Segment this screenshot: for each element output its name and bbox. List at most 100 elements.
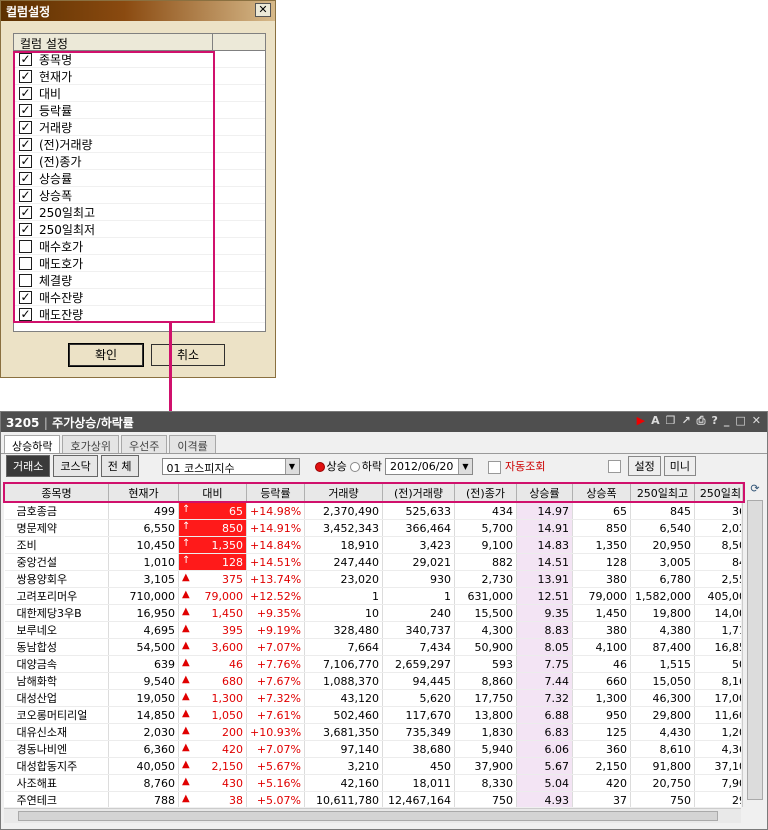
close-icon[interactable]: ✕	[255, 3, 271, 17]
table-cell: 54,500	[108, 638, 179, 656]
table-cell: 12,467,164	[382, 791, 455, 807]
index-select[interactable]: 01 코스피지수 ▼	[161, 457, 300, 475]
rise-radio[interactable]: 상승	[314, 458, 347, 474]
tab-rise-fall[interactable]: 상승하락	[4, 435, 61, 453]
tab-top-bid[interactable]: 호가상위	[62, 435, 119, 453]
table-row[interactable]: 쌍용양회우 3,105 ▲ 375 +13.74% 23,020 930 2,730 13.91…	[4, 570, 741, 588]
tab-disparity[interactable]: 이격률	[169, 435, 216, 453]
table-row[interactable]: 경동나비엔 6,360 ▲ 420 +7.07% 97,140 38,680 5,940 6.0…	[4, 740, 741, 758]
table-cell: 8,330	[454, 774, 517, 792]
table-cell: 2,030	[108, 723, 179, 741]
table-cell: 631,000	[454, 587, 517, 605]
table-row[interactable]: 대양금속 639 ▲ 46 +7.76% 7,106,770 2,659,297 593 7.7…	[4, 655, 741, 673]
table-row[interactable]: 명문제약 6,550 ↑ 850 +14.91% 3,452,343 366,464 5,70…	[4, 519, 741, 537]
rise-triangle-icon: ▲	[182, 742, 190, 753]
cancel-button[interactable]: 취소	[151, 344, 225, 366]
print-icon[interactable]: ⎙	[697, 414, 706, 428]
table-cell: 8,610	[630, 740, 695, 758]
table-cell: 8,860	[454, 672, 517, 690]
market-all-button[interactable]: 전 체	[100, 455, 139, 477]
table-cell: ▲ 46	[178, 655, 247, 673]
table-cell: 12.51	[516, 587, 573, 605]
table-cell: ▲ 680	[178, 672, 247, 690]
dialog-title: 컬럼설정	[6, 5, 51, 19]
table-row[interactable]: 코오롱머티리얼 14,850 ▲ 1,050 +7.61% 502,460 117,670 1…	[4, 706, 741, 724]
maximize-icon[interactable]: □	[735, 414, 745, 428]
table-row[interactable]: 중앙건설 1,010 ↑ 128 +14.51% 247,440 29,021 882 14.5…	[4, 553, 741, 571]
stock-grid[interactable]: 종목명 현재가 대비 등락률 거래량 (전)거래량 (전)종가 상승률 상승폭 250일최고 250…	[4, 482, 741, 807]
table-cell: 328,480	[304, 621, 383, 639]
table-cell: 46,300	[630, 689, 695, 707]
link-icon[interactable]: ↗	[681, 414, 690, 428]
table-cell: 50,900	[454, 638, 517, 656]
close-window-icon[interactable]: ✕	[752, 414, 761, 428]
table-cell: 450	[382, 757, 455, 775]
table-row[interactable]: 고려포리머우 710,000 ▲ 79,000 +12.52% 1 1 631,000 12.5…	[4, 587, 741, 605]
table-cell: 593	[454, 655, 517, 673]
table-cell: 735,349	[382, 723, 455, 741]
table-row[interactable]: 대유신소재 2,030 ▲ 200 +10.93% 3,681,350 735,349 1,8…	[4, 723, 741, 741]
rise-fall-window: 3205 | 주가상승/하락률 ▶ A ❐ ↗ ⎙ ? _ □ ✕ 상승하락 호…	[0, 411, 768, 830]
vertical-scrollbar[interactable]: ⟳	[742, 482, 767, 807]
market-kosdaq-button[interactable]: 코스닥	[53, 455, 98, 477]
table-cell: 40,050	[108, 757, 179, 775]
table-row[interactable]: 보루네오 4,695 ▲ 395 +9.19% 328,480 340,737 4,300 8.…	[4, 621, 741, 639]
mini-button[interactable]: 미니	[663, 456, 696, 476]
column-list-header: 컬럼 설정	[14, 34, 265, 51]
ok-button[interactable]: 확인	[68, 343, 144, 367]
table-cell: 2,730	[454, 570, 517, 588]
table-cell: 2,150	[572, 757, 631, 775]
tab-preferred[interactable]: 우선주	[120, 435, 168, 453]
table-cell: 13,800	[454, 706, 517, 724]
table-cell: 2,370,490	[304, 502, 383, 520]
rise-triangle-icon: ▲	[182, 674, 190, 685]
table-cell: 3,681,350	[304, 723, 383, 741]
table-cell: ▲ 430	[178, 774, 247, 792]
settings-checkbox-icon[interactable]	[608, 459, 622, 473]
date-value: 2012/06/20	[390, 459, 454, 473]
table-row[interactable]: 동남합성 54,500 ▲ 3,600 +7.07% 7,664 7,434 50,900 8.…	[4, 638, 741, 656]
refresh-icon[interactable]: ⟳	[743, 482, 767, 495]
scroll-thumb[interactable]	[747, 500, 763, 800]
table-cell: 1,515	[630, 655, 695, 673]
market-exchange-button[interactable]: 거래소	[6, 455, 51, 477]
horizontal-scrollbar[interactable]	[4, 808, 741, 823]
table-cell: 37,100	[694, 757, 741, 775]
copy-icon[interactable]: ❐	[666, 414, 676, 428]
table-row[interactable]: 대한제당3우B 16,950 ▲ 1,450 +9.35% 10 240 15,500 9.35…	[4, 604, 741, 622]
table-row[interactable]: 사조해표 8,760 ▲ 430 +5.16% 42,160 18,011 8,330 5.04…	[4, 774, 741, 792]
table-cell: 17,750	[454, 689, 517, 707]
play-icon[interactable]: ▶	[637, 414, 645, 428]
table-row[interactable]: 대성산업 19,050 ▲ 1,300 +7.32% 43,120 5,620 17,750 7…	[4, 689, 741, 707]
table-row[interactable]: 주연테크 788 ▲ 38 +5.07% 10,611,780 12,467,164 750 4…	[4, 791, 741, 807]
table-cell: 주연테크	[4, 791, 109, 807]
font-icon[interactable]: A	[651, 414, 660, 428]
table-cell: 코오롱머티리얼	[4, 706, 109, 724]
table-cell: +13.74%	[246, 570, 305, 588]
table-cell: ▲ 395	[178, 621, 247, 639]
table-cell: 19,050	[108, 689, 179, 707]
table-cell: 16,850	[694, 638, 741, 656]
settings-button[interactable]: 설정	[628, 456, 661, 476]
table-row[interactable]: 대성합동지주 40,050 ▲ 2,150 +5.67% 3,210 450 37,900 5.…	[4, 757, 741, 775]
auto-query-checkbox[interactable]: 자동조회	[488, 458, 545, 474]
upper-limit-arrow-icon: ↑	[182, 538, 191, 549]
rise-triangle-icon: ▲	[182, 606, 190, 617]
table-row[interactable]: 조비 10,450 ↑ 1,350 +14.84% 18,910 3,423 9,100 14.…	[4, 536, 741, 554]
horizontal-scroll-thumb[interactable]	[18, 811, 718, 821]
column-settings-dialog: 컬럼설정 ✕ 컬럼 설정 ✓ 종목명 ✓ 현재가 ✓ 대비 ✓ 등락률 ✓ 거래량 ✓ (전)거래량 ✓…	[0, 0, 276, 378]
table-row[interactable]: 남해화학 9,540 ▲ 680 +7.67% 1,088,370 94,445 8,860 7…	[4, 672, 741, 690]
rise-triangle-icon: ▲	[182, 759, 190, 770]
fall-radio[interactable]: 하락	[349, 458, 382, 474]
help-icon[interactable]: ?	[711, 414, 717, 428]
date-field[interactable]: 2012/06/20 ▼	[385, 457, 473, 475]
table-cell: ▲ 200	[178, 723, 247, 741]
table-cell: 8,760	[108, 774, 179, 792]
minimize-icon[interactable]: _	[724, 414, 730, 428]
table-row[interactable]: 금호종금 499 ↑ 65 +14.98% 2,370,490 525,633 434 14.9…	[4, 502, 741, 520]
table-cell: 38,680	[382, 740, 455, 758]
table-cell: 8,500	[694, 536, 741, 554]
table-cell: 15,050	[630, 672, 695, 690]
dialog-highlight-box	[13, 51, 215, 323]
table-cell: 5,700	[454, 519, 517, 537]
